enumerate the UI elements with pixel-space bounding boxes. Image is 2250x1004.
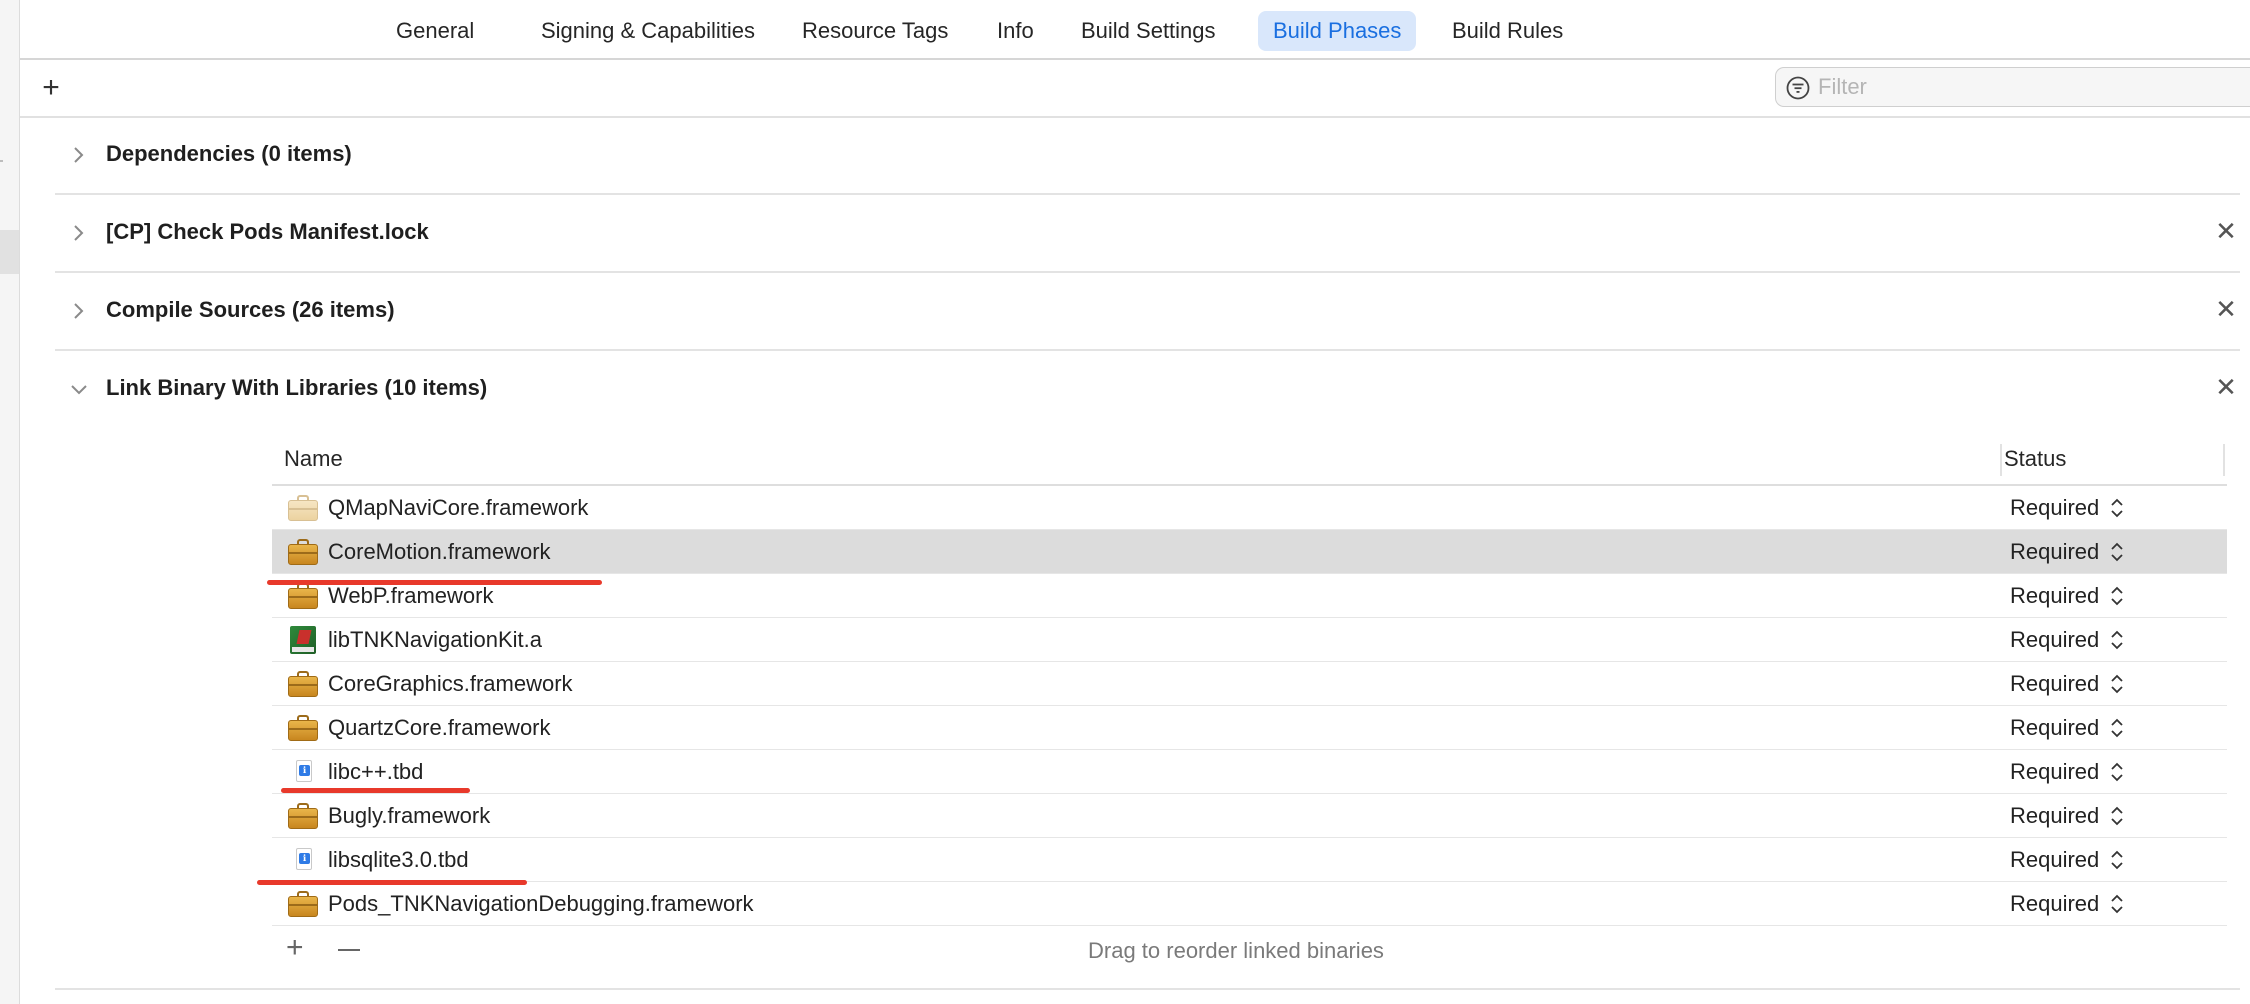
up-down-chevron-icon[interactable] bbox=[2110, 540, 2124, 564]
up-down-chevron-icon[interactable] bbox=[2110, 848, 2124, 872]
phase-compile-sources[interactable]: Compile Sources (26 items) ✕ bbox=[55, 273, 2240, 351]
tab-build-phases[interactable]: Build Phases bbox=[1258, 11, 1417, 51]
table-row-selected[interactable]: CoreMotion.framework Required bbox=[272, 530, 2227, 574]
tab-build-rules[interactable]: Build Rules bbox=[1437, 11, 1578, 51]
status-popup[interactable]: Required bbox=[2010, 891, 2099, 917]
filter-icon bbox=[1786, 76, 1810, 100]
tab-info[interactable]: Info bbox=[982, 11, 1049, 51]
phase-title: Link Binary With Libraries (10 items) bbox=[106, 375, 488, 400]
filter-input[interactable] bbox=[1818, 72, 2238, 102]
phase-divider bbox=[55, 988, 2240, 990]
status-popup[interactable]: Required bbox=[2010, 803, 2099, 829]
up-down-chevron-icon[interactable] bbox=[2110, 716, 2124, 740]
table-footer: + Drag to reorder linked binaries bbox=[272, 926, 2227, 974]
library-name: QMapNaviCore.framework bbox=[328, 495, 589, 520]
library-name: libsqlite3.0.tbd bbox=[328, 847, 469, 872]
tab-build-settings[interactable]: Build Settings bbox=[1066, 11, 1231, 51]
table-row[interactable]: libTNKNavigationKit.a Required bbox=[272, 618, 2227, 662]
framework-icon bbox=[288, 714, 318, 742]
library-name: CoreMotion.framework bbox=[328, 539, 551, 564]
column-header-status[interactable]: Status bbox=[2004, 446, 2066, 472]
tab-signing-capabilities[interactable]: Signing & Capabilities bbox=[526, 11, 770, 51]
table-row[interactable]: QuartzCore.framework Required bbox=[272, 706, 2227, 750]
phase-title: Dependencies (0 items) bbox=[106, 141, 352, 166]
status-popup[interactable]: Required bbox=[2010, 715, 2099, 741]
up-down-chevron-icon[interactable] bbox=[2110, 584, 2124, 608]
close-icon[interactable]: ✕ bbox=[2212, 217, 2240, 245]
navigator-selected-target[interactable] bbox=[0, 230, 19, 274]
status-popup[interactable]: Required bbox=[2010, 583, 2099, 609]
table-row[interactable]: CoreGraphics.framework Required bbox=[272, 662, 2227, 706]
chevron-down-icon[interactable] bbox=[69, 377, 89, 401]
tab-resource-tags[interactable]: Resource Tags bbox=[787, 11, 963, 51]
editor-tab-bar: General Signing & Capabilities Resource … bbox=[20, 0, 2250, 60]
remove-library-button[interactable] bbox=[338, 949, 360, 951]
phases-toolbar: + bbox=[20, 62, 2250, 118]
framework-faded-icon bbox=[288, 494, 318, 522]
phase-title: Compile Sources (26 items) bbox=[106, 297, 395, 322]
add-build-phase-button[interactable]: + bbox=[36, 70, 66, 106]
phase-dependencies[interactable]: Dependencies (0 items) bbox=[55, 117, 2240, 195]
library-name: QuartzCore.framework bbox=[328, 715, 551, 740]
drag-hint: Drag to reorder linked binaries bbox=[1088, 938, 1384, 963]
library-name: CoreGraphics.framework bbox=[328, 671, 573, 696]
library-name: libTNKNavigationKit.a bbox=[328, 627, 542, 652]
annotation-underline bbox=[257, 880, 527, 885]
tab-general[interactable]: General bbox=[381, 11, 489, 51]
phase-title: [CP] Check Pods Manifest.lock bbox=[106, 219, 429, 244]
status-popup[interactable]: Required bbox=[2010, 671, 2099, 697]
tbd-file-icon: ℹ bbox=[288, 846, 318, 874]
up-down-chevron-icon[interactable] bbox=[2110, 804, 2124, 828]
chevron-right-icon[interactable] bbox=[69, 299, 89, 323]
filter-field bbox=[1775, 67, 2250, 107]
tbd-file-icon: ℹ bbox=[288, 758, 318, 786]
column-divider bbox=[2223, 444, 2225, 476]
framework-icon bbox=[288, 670, 318, 698]
table-header: Name Status bbox=[272, 436, 2227, 486]
column-divider bbox=[2000, 444, 2002, 476]
navigator-edge bbox=[0, 0, 20, 1004]
table-row[interactable]: Bugly.framework Required bbox=[272, 794, 2227, 838]
xcode-build-phases-window: General Signing & Capabilities Resource … bbox=[0, 0, 2250, 1004]
table-row[interactable]: ℹ libsqlite3.0.tbd Required bbox=[272, 838, 2227, 882]
add-library-button[interactable]: + bbox=[286, 932, 304, 964]
library-name: WebP.framework bbox=[328, 583, 494, 608]
status-popup[interactable]: Required bbox=[2010, 627, 2099, 653]
framework-icon bbox=[288, 802, 318, 830]
status-popup[interactable]: Required bbox=[2010, 539, 2099, 565]
up-down-chevron-icon[interactable] bbox=[2110, 496, 2124, 520]
table-row[interactable]: ℹ libc++.tbd Required bbox=[272, 750, 2227, 794]
framework-icon bbox=[288, 538, 318, 566]
status-popup[interactable]: Required bbox=[2010, 847, 2099, 873]
close-icon[interactable]: ✕ bbox=[2212, 295, 2240, 323]
up-down-chevron-icon[interactable] bbox=[2110, 628, 2124, 652]
framework-icon bbox=[288, 582, 318, 610]
library-name: libc++.tbd bbox=[328, 759, 424, 784]
chevron-right-icon[interactable] bbox=[69, 221, 89, 245]
annotation-underline bbox=[281, 788, 470, 793]
status-popup[interactable]: Required bbox=[2010, 759, 2099, 785]
table-row[interactable]: Pods_TNKNavigationDebugging.framework Re… bbox=[272, 882, 2227, 926]
navigator-tick bbox=[0, 160, 3, 162]
phase-check-pods-manifest[interactable]: [CP] Check Pods Manifest.lock ✕ bbox=[55, 195, 2240, 273]
status-popup[interactable]: Required bbox=[2010, 495, 2099, 521]
up-down-chevron-icon[interactable] bbox=[2110, 672, 2124, 696]
column-header-name[interactable]: Name bbox=[284, 446, 343, 472]
framework-icon bbox=[288, 890, 318, 918]
close-icon[interactable]: ✕ bbox=[2212, 373, 2240, 401]
chevron-right-icon[interactable] bbox=[69, 143, 89, 167]
static-library-icon bbox=[288, 626, 318, 654]
annotation-underline bbox=[267, 580, 602, 585]
up-down-chevron-icon[interactable] bbox=[2110, 892, 2124, 916]
linked-libraries-table: Name Status QMapNaviCore.framework Requi… bbox=[272, 436, 2227, 974]
table-row[interactable]: QMapNaviCore.framework Required bbox=[272, 486, 2227, 530]
library-name: Pods_TNKNavigationDebugging.framework bbox=[328, 891, 754, 916]
up-down-chevron-icon[interactable] bbox=[2110, 760, 2124, 784]
library-name: Bugly.framework bbox=[328, 803, 491, 828]
